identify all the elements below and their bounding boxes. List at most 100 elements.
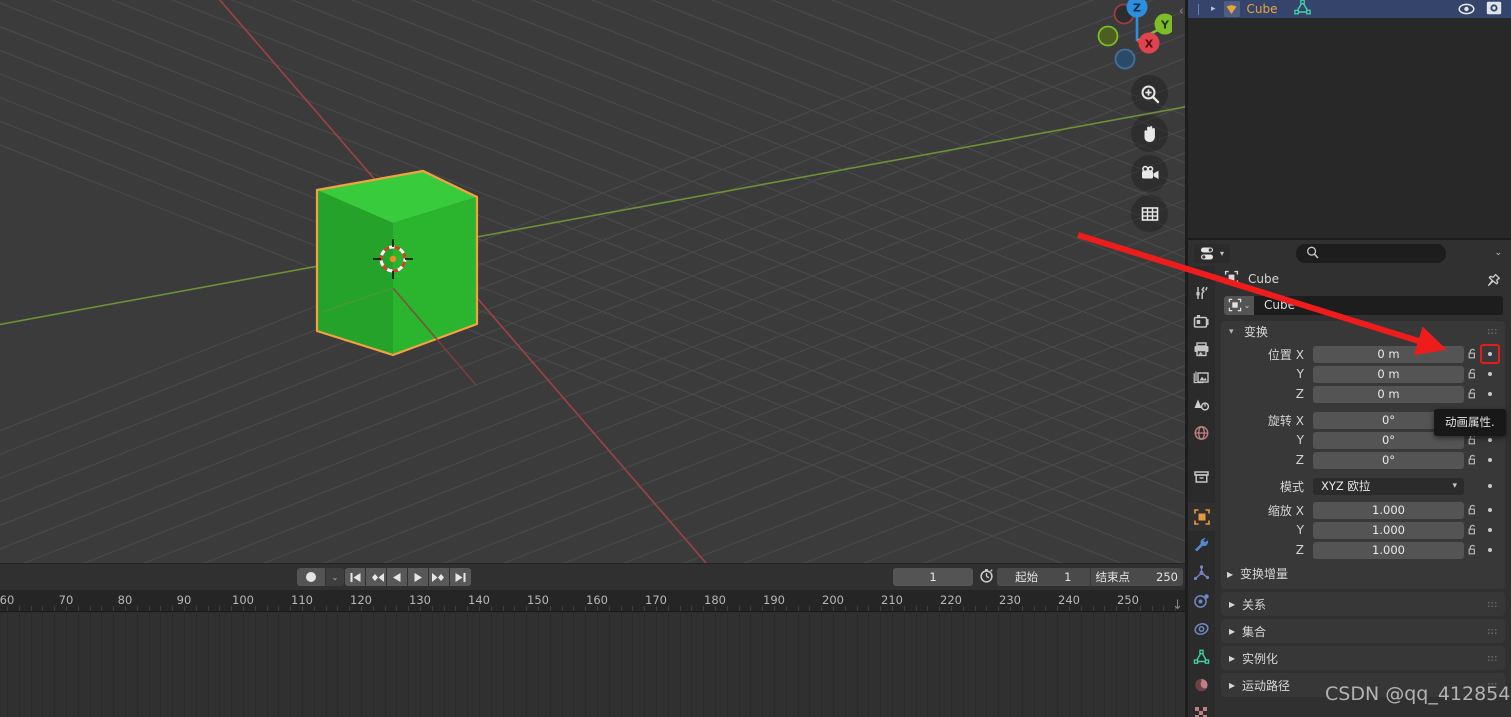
jump-to-next-keyframe-button[interactable] xyxy=(429,568,450,586)
world-tab[interactable] xyxy=(1188,419,1215,447)
frame-range-group[interactable]: 起始 1 结束点 250 xyxy=(997,568,1183,586)
rotation-z-value[interactable]: 0° xyxy=(1313,451,1464,469)
particles-tab[interactable] xyxy=(1188,559,1215,587)
pin-icon[interactable] xyxy=(1486,273,1501,292)
viewport-sidebar-toggle[interactable]: ‹ xyxy=(1179,4,1184,19)
delta-transform-subpanel[interactable]: ▸ 变换增量 xyxy=(1227,565,1497,582)
lock-rotation-z-icon[interactable] xyxy=(1464,454,1481,466)
outliner-editor[interactable]: ▸ Cube xyxy=(1188,0,1511,238)
animate-rotation-mode-button[interactable] xyxy=(1481,484,1499,488)
view-layer-tab[interactable] xyxy=(1188,363,1215,391)
auto-keying-dropdown[interactable]: ⌄ xyxy=(325,568,344,586)
render-tab[interactable] xyxy=(1188,307,1215,335)
play-reverse-button[interactable] xyxy=(387,568,408,586)
location-z-row[interactable]: Z 0 m xyxy=(1221,384,1505,404)
zoom-icon[interactable] xyxy=(1131,75,1168,112)
collections-panel[interactable]: ▸ 集合 xyxy=(1221,619,1505,643)
lock-scale-y-icon[interactable] xyxy=(1464,524,1481,536)
tool-tab[interactable] xyxy=(1188,279,1215,307)
navigation-gizmo[interactable]: Z Y X xyxy=(1088,0,1176,80)
output-tab[interactable] xyxy=(1188,335,1215,363)
location-x-value[interactable]: 0 m xyxy=(1313,345,1464,363)
3d-viewport[interactable]: Z Y X ‹ xyxy=(0,0,1185,563)
camera-render-icon[interactable] xyxy=(1486,0,1502,19)
editor-type-properties-icon[interactable]: ▾ xyxy=(1194,243,1230,263)
texture-tab[interactable] xyxy=(1188,699,1215,717)
eye-icon[interactable] xyxy=(1458,0,1475,19)
data-tab[interactable] xyxy=(1188,643,1215,671)
playback-controls[interactable] xyxy=(345,568,471,586)
object-tab[interactable] xyxy=(1188,503,1215,531)
physics-tab[interactable] xyxy=(1188,587,1215,615)
scale-y-value[interactable]: 1.000 xyxy=(1313,521,1464,539)
panel-grip-icon[interactable] xyxy=(1487,601,1498,608)
current-frame-input[interactable]: 1 xyxy=(893,568,973,586)
material-tab[interactable] xyxy=(1188,671,1215,699)
jump-to-start-button[interactable] xyxy=(345,568,366,586)
location-x-row[interactable]: 位置 X 0 m xyxy=(1221,344,1505,364)
auto-keying-record-icon[interactable] xyxy=(297,568,325,586)
modifier-tab[interactable] xyxy=(1188,531,1215,559)
scale-z-value[interactable]: 1.000 xyxy=(1313,541,1464,559)
constraints-tab[interactable] xyxy=(1188,615,1215,643)
collection-tab[interactable] xyxy=(1188,463,1215,491)
animate-location-x-button[interactable] xyxy=(1480,344,1500,364)
animate-scale-y-button[interactable] xyxy=(1481,528,1499,532)
rotation-mode-row[interactable]: 模式 XYZ 欧拉 ▾ xyxy=(1221,476,1505,496)
animate-location-z-button[interactable] xyxy=(1481,392,1499,396)
timeline-body[interactable] xyxy=(0,612,1185,717)
scale-y-row[interactable]: Y 1.000 xyxy=(1221,520,1505,540)
lock-location-y-icon[interactable] xyxy=(1464,368,1481,380)
location-z-value[interactable]: 0 m xyxy=(1313,385,1464,403)
scene-tab[interactable] xyxy=(1188,391,1215,419)
pan-hand-icon[interactable] xyxy=(1131,115,1168,152)
mesh-data-icon[interactable] xyxy=(1293,0,1311,19)
header-menu-chevron[interactable]: ⌄ xyxy=(1494,248,1505,258)
jump-to-prev-keyframe-button[interactable] xyxy=(366,568,387,586)
animate-location-y-button[interactable] xyxy=(1481,372,1499,376)
object-id-dropdown[interactable]: ⌄ xyxy=(1244,301,1251,310)
properties-tab-strip[interactable] xyxy=(1188,266,1215,717)
object-id-row[interactable]: ⌄ Cube xyxy=(1215,292,1511,318)
auto-keying-group[interactable]: ⌄ xyxy=(297,568,344,586)
scale-z-row[interactable]: Z 1.000 xyxy=(1221,540,1505,560)
panel-grip-icon[interactable] xyxy=(1487,628,1498,635)
rotation-mode-dropdown[interactable]: XYZ 欧拉 ▾ xyxy=(1313,477,1464,495)
frame-start-field[interactable]: 起始 1 xyxy=(997,568,1091,586)
lock-scale-x-icon[interactable] xyxy=(1464,504,1481,516)
camera-view-icon[interactable] xyxy=(1131,155,1168,192)
transform-panel-header[interactable]: ▾ 变换 xyxy=(1221,321,1505,342)
location-y-value[interactable]: 0 m xyxy=(1313,365,1464,383)
scale-x-value[interactable]: 1.000 xyxy=(1313,501,1464,519)
play-button[interactable] xyxy=(408,568,429,586)
rotation-z-row[interactable]: Z 0° xyxy=(1221,450,1505,470)
search-field[interactable] xyxy=(1325,247,1425,259)
object-name-field[interactable]: Cube xyxy=(1254,295,1503,315)
use-preview-range-icon[interactable] xyxy=(979,568,994,587)
properties-editor[interactable]: ▾ ⌄ Cube ⌄ Cube ▾ 变换 位置 X 0 m Y 0 m Z 0 … xyxy=(1188,240,1511,717)
animate-rotation-z-button[interactable] xyxy=(1481,458,1499,462)
jump-to-end-button[interactable] xyxy=(450,568,471,586)
disclosure-triangle-icon[interactable]: ▸ xyxy=(1211,4,1216,14)
relations-panel[interactable]: ▸ 关系 xyxy=(1221,592,1505,616)
outliner-object-name[interactable]: Cube xyxy=(1247,2,1278,16)
timeline-ruler[interactable]: 60 70 80 90 100 110 120 130 140 150 160 170 180 190 20… xyxy=(0,590,1185,612)
timeline-editor[interactable]: ⌄ 1 起始 1 结束点 250 60 70 80 90 100 110 120… xyxy=(0,563,1185,717)
frame-end-field[interactable]: 结束点 250 xyxy=(1091,568,1184,586)
lock-scale-z-icon[interactable] xyxy=(1464,544,1481,556)
instancing-panel[interactable]: ▸ 实例化 xyxy=(1221,646,1505,670)
animate-scale-x-button[interactable] xyxy=(1481,508,1499,512)
lock-location-x-icon[interactable] xyxy=(1464,348,1481,360)
outliner-object-row[interactable]: ▸ Cube xyxy=(1188,0,1511,18)
panel-grip-icon[interactable] xyxy=(1487,328,1498,335)
lock-location-z-icon[interactable] xyxy=(1464,388,1481,400)
object-id-icon[interactable]: ⌄ xyxy=(1224,295,1254,315)
search-input[interactable] xyxy=(1296,243,1446,263)
scale-x-row[interactable]: 缩放 X 1.000 xyxy=(1221,500,1505,520)
animate-rotation-y-button[interactable] xyxy=(1481,438,1499,442)
location-y-row[interactable]: Y 0 m xyxy=(1221,364,1505,384)
panel-grip-icon[interactable] xyxy=(1487,655,1498,662)
orthographic-grid-icon[interactable] xyxy=(1131,195,1168,232)
viewport-side-tools[interactable] xyxy=(1131,75,1171,235)
timeline-sidebar-toggle[interactable]: ↓ xyxy=(1172,598,1183,613)
